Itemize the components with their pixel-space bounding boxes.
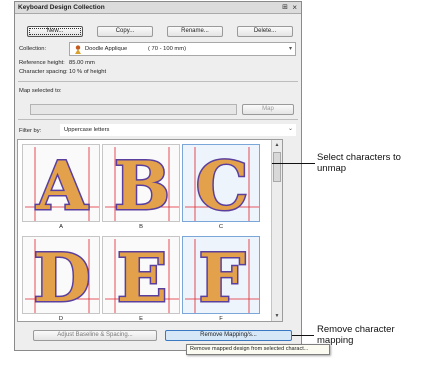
character-caption: D: [58, 316, 64, 322]
filter-select[interactable]: Uppercase letters ⌄: [60, 124, 296, 136]
letter-glyph: D: [33, 239, 90, 315]
pin-icon[interactable]: ⊞: [282, 3, 288, 11]
map-target-input[interactable]: [30, 104, 237, 115]
scroll-down-icon[interactable]: ▼: [273, 312, 281, 320]
character-cell-c[interactable]: CC: [182, 144, 260, 237]
character-cell-e[interactable]: EE: [102, 236, 180, 322]
letter-design-e: E: [105, 238, 179, 315]
letter-design-b: B: [105, 146, 179, 223]
character-caption: F: [219, 316, 223, 322]
filter-value: Uppercase letters: [64, 127, 110, 133]
map-button[interactable]: Map: [242, 104, 294, 115]
map-selected-label: Map selected to:: [19, 88, 62, 94]
chevron-down-icon: ⌄: [287, 126, 293, 132]
character-thumbnail: E: [102, 236, 180, 315]
character-thumbnail: A: [22, 144, 100, 223]
character-thumbnail: F: [182, 236, 260, 315]
select-callout-line-1: Select characters to: [317, 152, 401, 163]
panel-title: Keyboard Design Collection: [18, 4, 105, 11]
character-cell-b[interactable]: BB: [102, 144, 180, 237]
character-caption: E: [139, 316, 143, 322]
panel-titlebar: Keyboard Design Collection ⊞ ×: [15, 2, 301, 14]
character-thumbnail: D: [22, 236, 100, 315]
letter-glyph: C: [196, 147, 249, 223]
character-grid[interactable]: AABBCCDDEEFF ▲ ▼: [17, 139, 283, 322]
scroll-thumb[interactable]: [273, 152, 281, 182]
remove-callout-line: [292, 335, 314, 336]
divider: [18, 81, 298, 82]
character-spacing-value: 10 % of height: [69, 69, 107, 75]
collection-range: ( 70 - 100 mm): [148, 46, 187, 52]
remove-mapping-button[interactable]: Remove Mapping/s...: [165, 330, 292, 341]
letter-glyph: E: [117, 239, 167, 315]
reference-height-value: 85.00 mm: [69, 60, 95, 66]
divider: [18, 119, 298, 120]
character-caption: B: [139, 224, 143, 230]
character-caption: A: [59, 224, 63, 230]
letter-glyph: B: [114, 147, 170, 223]
select-callout-line-2: unmap: [317, 163, 347, 174]
letter-design-f: F: [185, 238, 259, 315]
reference-height-label: Reference height:: [19, 60, 65, 66]
chevron-down-icon: ▾: [288, 46, 292, 52]
letter-glyph: A: [35, 147, 88, 223]
collection-icon: [74, 45, 82, 54]
close-icon[interactable]: ×: [292, 3, 297, 12]
adjust-baseline-button[interactable]: Adjust Baseline & Spacing...: [33, 330, 157, 341]
filter-label: Filter by:: [19, 128, 42, 134]
character-thumbnail: C: [182, 144, 260, 223]
delete-button[interactable]: Delete...: [237, 26, 293, 37]
character-cell-d[interactable]: DD: [22, 236, 100, 322]
remove-callout-line-1: Remove character: [317, 324, 395, 335]
collection-label: Collection:: [19, 46, 47, 52]
character-thumbnail: B: [102, 144, 180, 223]
collection-select[interactable]: Doodle Applique ( 70 - 100 mm) ▾: [69, 42, 296, 56]
select-callout-line: [272, 163, 315, 164]
character-cell-a[interactable]: AA: [22, 144, 100, 237]
remove-mapping-tooltip: Remove mapped design from selected chara…: [186, 344, 330, 355]
letter-design-d: D: [25, 238, 99, 315]
character-cell-f[interactable]: FF: [182, 236, 260, 322]
select-callout: Select characters to unmap: [317, 152, 401, 174]
remove-callout: Remove character mapping: [317, 324, 395, 346]
new-button[interactable]: New...: [27, 26, 83, 37]
rename-button[interactable]: Rename...: [167, 26, 223, 37]
grid-scrollbar[interactable]: ▲ ▼: [271, 140, 282, 321]
character-spacing-label: Character spacing:: [19, 69, 68, 75]
collection-value: Doodle Applique: [85, 46, 128, 52]
letter-design-a: A: [25, 146, 99, 223]
copy-button[interactable]: Copy...: [97, 26, 153, 37]
character-caption: C: [218, 224, 224, 230]
scroll-up-icon[interactable]: ▲: [273, 141, 281, 149]
letter-glyph: F: [199, 239, 246, 315]
letter-design-c: C: [185, 146, 259, 223]
remove-callout-line-2: mapping: [317, 335, 354, 346]
